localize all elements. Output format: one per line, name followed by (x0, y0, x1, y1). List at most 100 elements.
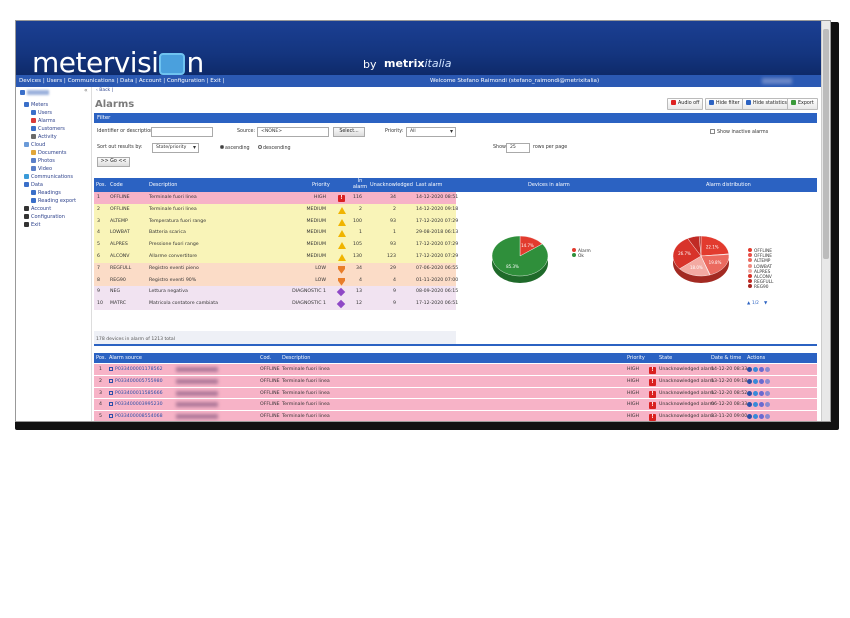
sidebar-item-documents[interactable]: Documents (31, 149, 67, 157)
hide-statistics-button[interactable]: Hide statistics (742, 98, 791, 110)
table-row[interactable]: 1 OFFLINE Terminale fuori linea HIGH! 116 34 1… (94, 192, 458, 204)
hide-filter-button[interactable]: Hide filter (705, 98, 744, 110)
sort-select[interactable]: State/priority (152, 143, 199, 153)
nav-links[interactable]: Devices | Users | Communications | Data … (19, 75, 225, 87)
alarm-source-link[interactable]: P033400005755980 (115, 379, 163, 384)
cell-code: NEG (110, 289, 121, 295)
view-icon[interactable] (747, 414, 752, 420)
table-row[interactable]: 2 OFFLINE Terminale fuori linea MEDIUM 2 2 14-… (94, 203, 458, 216)
edit-icon[interactable] (753, 367, 758, 372)
legend-item[interactable]: REG90 (748, 284, 769, 290)
legend-prev-icon[interactable]: ▲ (747, 301, 750, 307)
table-row[interactable]: 9 NEG Lettura negativa DIAGNOSTIC 1 13 9 08-09… (94, 286, 458, 299)
show-inactive-checkbox[interactable]: Show inactive alarms (710, 129, 768, 135)
sidebar-item-meters[interactable]: Meters (24, 101, 48, 109)
table-row[interactable]: 4 LOWBAT Batteria scarica MEDIUM 1 1 29-08-201… (94, 227, 458, 240)
sidebar-item-photos[interactable]: Photos (31, 157, 55, 165)
edit-icon[interactable] (753, 402, 758, 408)
table-row[interactable]: 3 P033400011585666 OFFLINE Terminale fuori … (94, 387, 817, 400)
sidebar-item-users[interactable]: Users (31, 109, 52, 117)
sidebar-item-communications[interactable]: Communications (24, 173, 73, 181)
sidebar-item-activity[interactable]: Activity (31, 133, 57, 141)
edit-icon[interactable] (753, 414, 758, 420)
table-row[interactable]: 3 ALTEMP Temperatura fuori range MEDIUM 100 9… (94, 215, 458, 228)
source-input[interactable]: <NONE> (257, 127, 329, 137)
rows-per-page-input[interactable]: 25 (506, 143, 530, 153)
sidebar-item-reading-export[interactable]: Reading export (31, 197, 76, 205)
sidebar-item-alarms[interactable]: Alarms (31, 117, 55, 125)
acknowledge-icon[interactable] (759, 367, 764, 372)
devices-pie-chart: 14.7% 85.3% (491, 235, 549, 283)
table-row[interactable]: 2 P033400005755980 OFFLINE Terminale fuori … (94, 375, 817, 388)
edit-icon[interactable] (753, 378, 758, 384)
details-icon[interactable] (765, 414, 770, 420)
acknowledge-icon[interactable] (759, 378, 764, 384)
scrollbar-thumb[interactable] (823, 29, 829, 259)
go-button[interactable]: >> Go << (97, 157, 130, 167)
priority-select[interactable]: All (406, 127, 456, 137)
details-icon[interactable] (765, 390, 770, 396)
descending-radio[interactable]: descending (258, 145, 291, 151)
alarm-source-link[interactable]: P033400003995230 (115, 402, 163, 407)
table-row[interactable]: 5 P033400008554068 OFFLINE Terminale fuori … (94, 411, 817, 421)
view-icon[interactable] (747, 378, 752, 384)
pie-data-label: 85.3% (506, 264, 519, 269)
acknowledge-icon[interactable] (759, 414, 764, 420)
export-button[interactable]: Export (787, 98, 818, 110)
table-row[interactable]: 4 P033400003995230 OFFLINE Terminale fuori … (94, 399, 817, 412)
cell-desc: Terminale fuori linea (149, 206, 197, 212)
sidebar-root[interactable] (20, 89, 49, 97)
audio-off-button[interactable]: Audio off (667, 98, 704, 110)
acknowledge-icon[interactable] (759, 390, 764, 396)
view-icon[interactable] (747, 390, 752, 396)
table-row[interactable]: 5 ALPRES Pressione fuori range MEDIUM 105 93 1… (94, 239, 458, 251)
table-row[interactable]: 8 REG90 Registro eventi 90% LOW 4 4 01-11-2020… (94, 274, 458, 287)
sidebar-item-label: Exit (31, 222, 41, 228)
table-row[interactable]: 7 REGFULL Registro eventi pieno LOW 34 29 07-0… (94, 262, 458, 275)
view-icon[interactable] (747, 402, 752, 408)
table-row[interactable]: 10 MATRC Matricola contatore cambiata DIAGN… (94, 298, 458, 310)
col-in-alarm: In alarm (352, 178, 368, 190)
filter-header: Filter (94, 113, 817, 123)
alarm-source-link[interactable]: P033400008554068 (115, 414, 163, 419)
view-icon[interactable] (747, 367, 752, 372)
sidebar-item-label: Customers (38, 126, 65, 132)
edit-icon[interactable] (753, 390, 758, 396)
sidebar-item-exit[interactable]: Exit (24, 221, 40, 229)
details-icon[interactable] (765, 402, 770, 408)
scrollbar[interactable] (821, 21, 830, 421)
collapse-icon[interactable]: « (84, 87, 88, 94)
cell-state: Unacknowledged alarm (659, 402, 715, 408)
legend-item[interactable]: Ok (572, 253, 584, 259)
details-icon[interactable] (765, 367, 770, 372)
table-row[interactable]: 1 P033400001178562 OFFLINE Terminale fuori … (94, 364, 817, 376)
back-link[interactable]: ‹ Back | (96, 88, 113, 93)
ascending-radio[interactable]: ascending (220, 145, 250, 151)
select-source-button[interactable]: Select... (333, 127, 365, 137)
sidebar-item-cloud[interactable]: Cloud (24, 141, 45, 149)
distribution-pie-chart: 22.1% 19.8% 18.0% 26.7% (672, 235, 730, 283)
blurred-source-name (176, 367, 218, 372)
table-row[interactable]: 6 ALCONV Allarme convertitore MEDIUM 130 123 1… (94, 251, 458, 263)
sidebar-item-readings[interactable]: Readings (31, 189, 61, 197)
sidebar-item-account[interactable]: Account (24, 205, 51, 213)
sidebar-item-data[interactable]: Data (24, 181, 43, 189)
communications-icon (24, 174, 29, 179)
sidebar-item-label: Photos (38, 158, 55, 164)
sidebar-item-video[interactable]: Video (31, 165, 52, 173)
sidebar-item-customers[interactable]: Customers (31, 125, 65, 133)
alarm-source-link[interactable]: P033400001178562 (115, 367, 163, 372)
sidebar-item-configuration[interactable]: Configuration (24, 213, 65, 221)
cell-unacknowledged: 1 (393, 230, 396, 236)
legend-pager[interactable]: 1/2 (752, 301, 759, 307)
legend-next-icon[interactable]: ▼ (764, 301, 767, 307)
alarm-source-link[interactable]: P033400011585666 (115, 391, 163, 396)
alarm-high-icon: ! (649, 402, 656, 410)
legend-dot-icon (572, 248, 576, 252)
acknowledge-icon[interactable] (759, 402, 764, 408)
details-icon[interactable] (765, 378, 770, 384)
cell-code: MATRC (110, 301, 127, 307)
identifier-input[interactable] (151, 127, 213, 137)
cell-cod: OFFLINE (260, 414, 280, 420)
wave-icon (159, 53, 186, 75)
